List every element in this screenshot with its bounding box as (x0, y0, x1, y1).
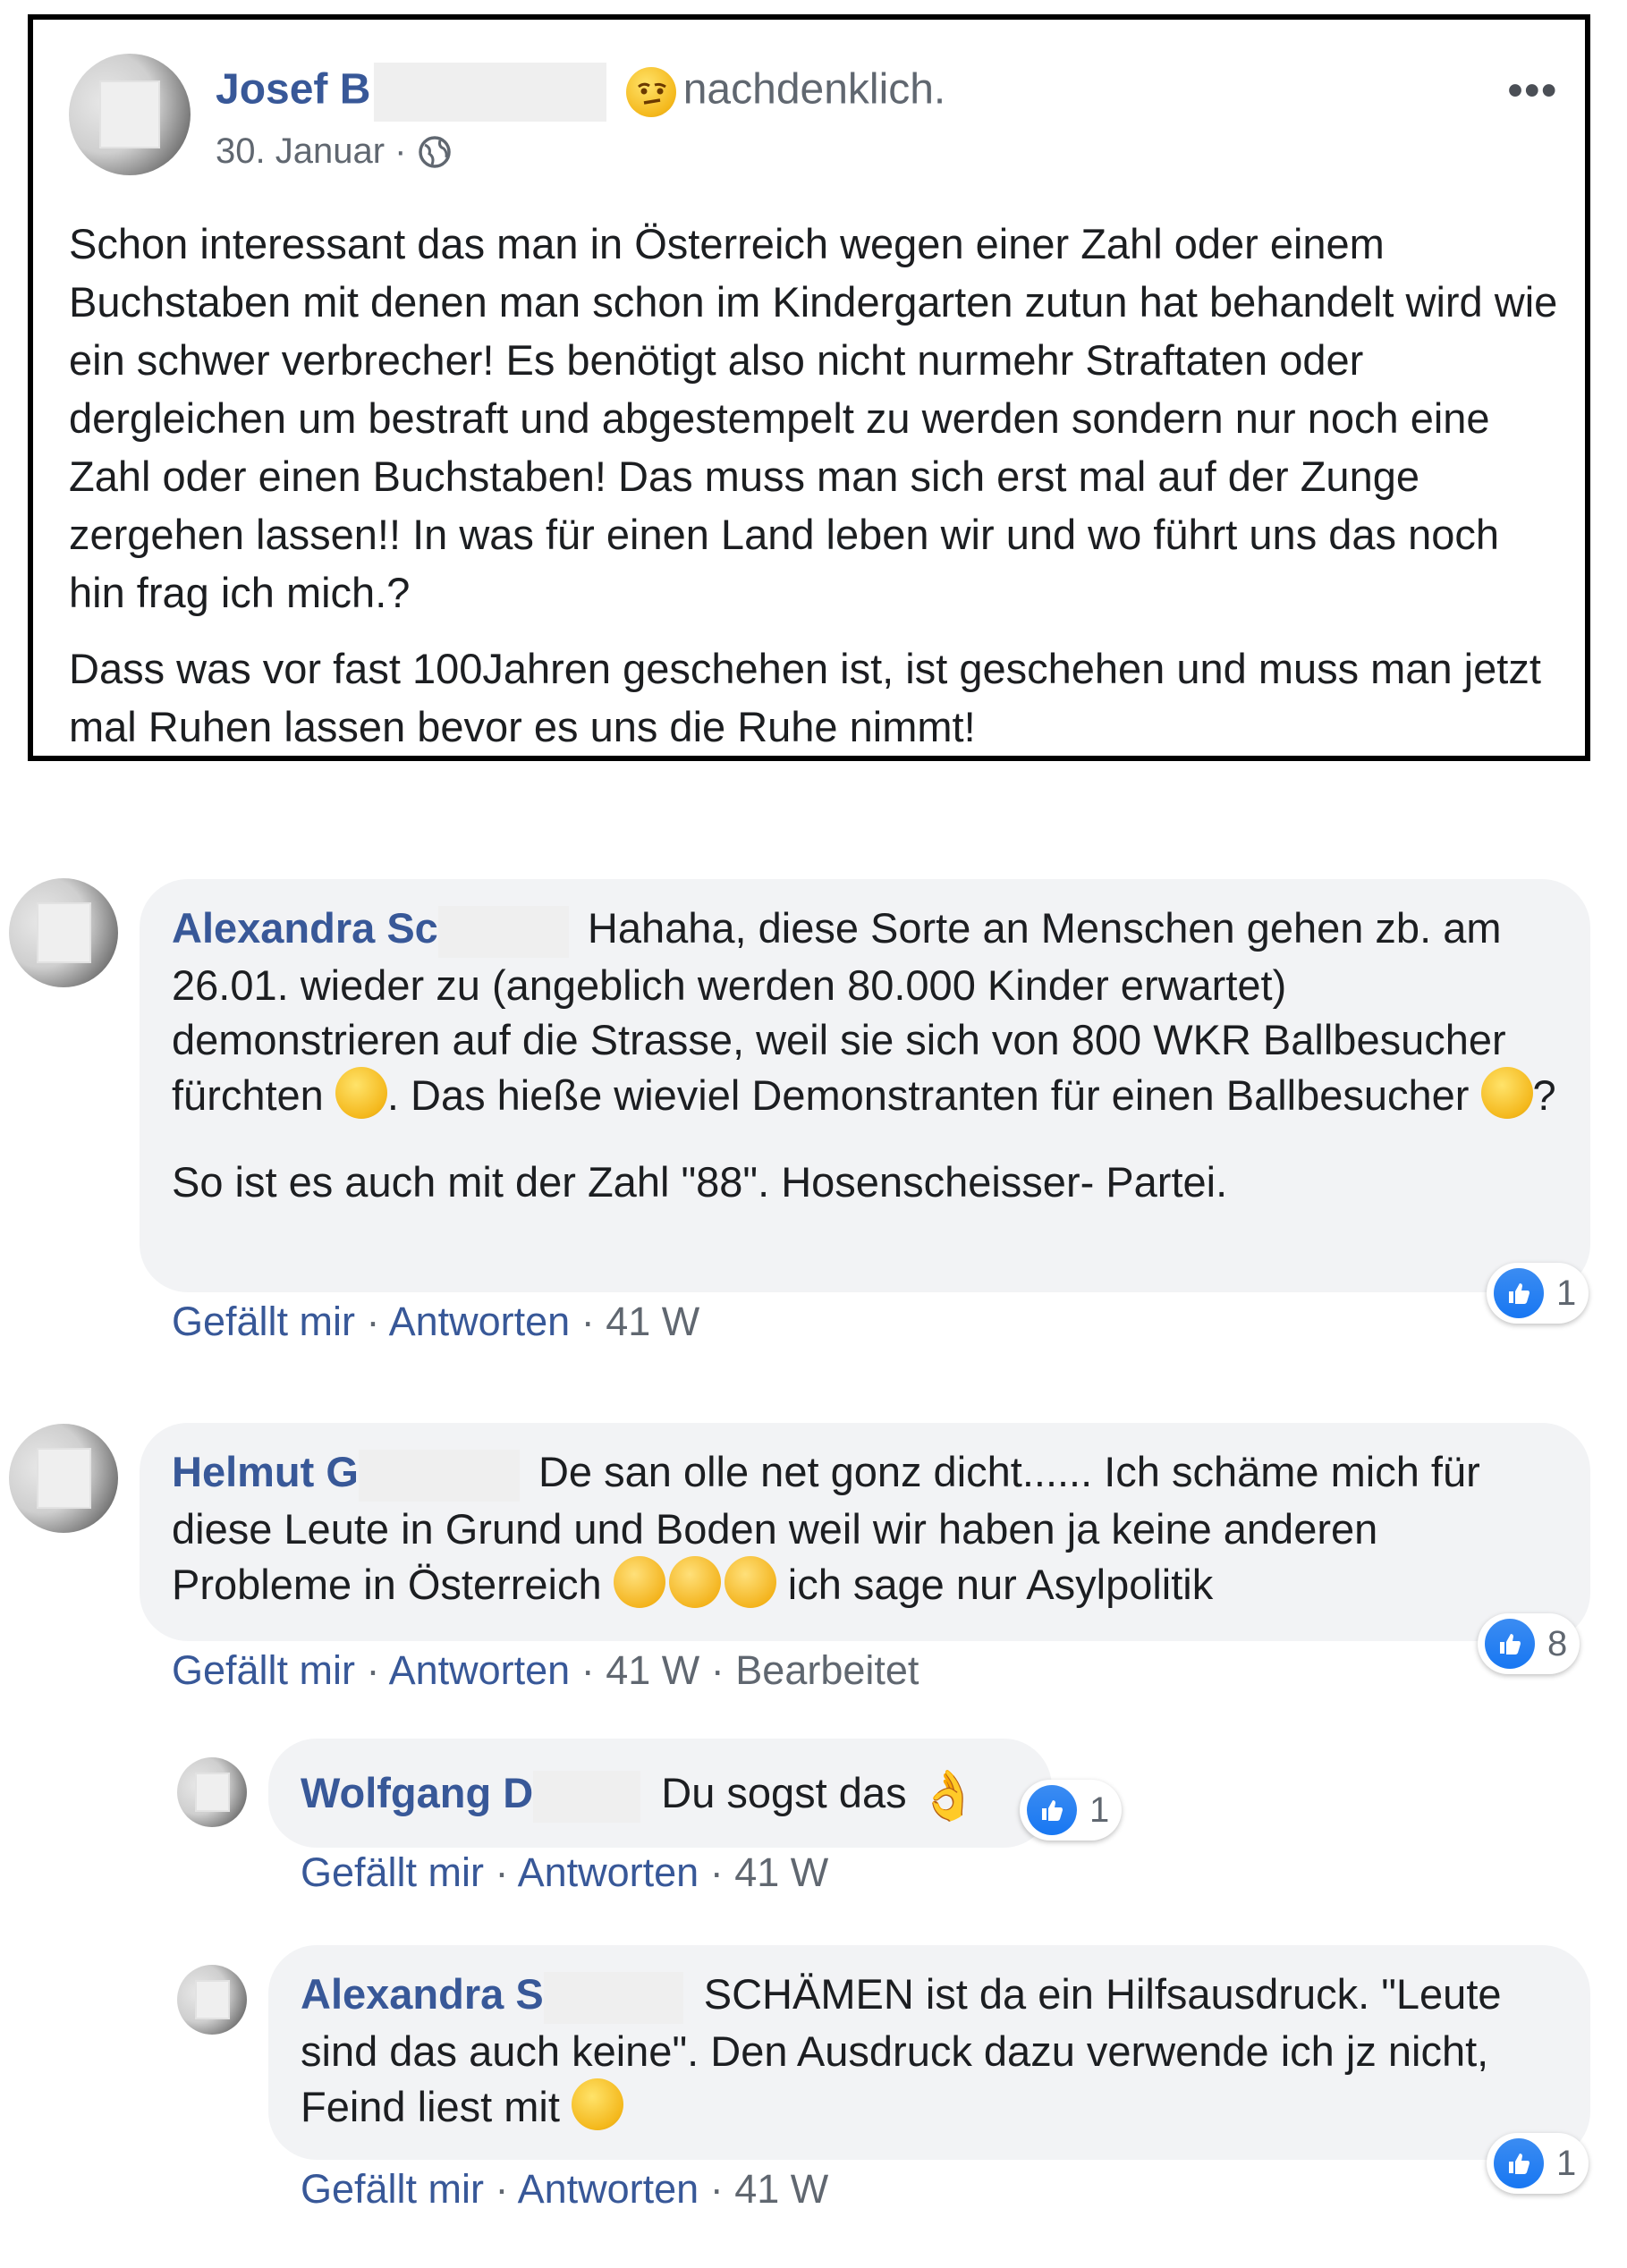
angry-face-icon (668, 1555, 721, 1608)
reply-button[interactable]: Antworten (389, 1647, 571, 1693)
like-icon (1485, 1619, 1535, 1669)
reaction-count[interactable]: 1 (1487, 1263, 1589, 1324)
post-date[interactable]: 30. Januar (216, 131, 385, 171)
comment-text-part: . Das hieße wieviel Demonstranten für ei… (386, 1071, 1470, 1119)
comment-author-name[interactable]: Alexandra Sc (172, 904, 438, 952)
name-redaction (543, 1971, 683, 2024)
comment-author-name[interactable]: Helmut G (172, 1448, 359, 1495)
post-meta: 30. Januar · (216, 129, 453, 173)
like-icon (1027, 1785, 1077, 1835)
globe-icon (418, 136, 451, 168)
reply-text: Du sogst das (661, 1769, 907, 1816)
reply-time[interactable]: 41 W (734, 1849, 828, 1895)
name-redaction (374, 63, 607, 122)
reaction-number: 1 (1556, 1273, 1577, 1313)
like-button[interactable]: Gefällt mir (301, 1849, 484, 1895)
post-author-avatar[interactable] (69, 54, 191, 175)
comment-time[interactable]: 41 W (606, 1299, 699, 1344)
commenter-avatar[interactable] (9, 878, 118, 987)
comment-time[interactable]: 41 W (606, 1647, 699, 1693)
comment-text: Alexandra Sc Hahaha, diese Sorte an Mens… (172, 901, 1558, 1122)
name-redaction (533, 1770, 641, 1823)
reply-bubble: Wolfgang D Du sogst das 👌 (268, 1739, 1052, 1848)
thinking-face-icon (625, 67, 676, 117)
reaction-number: 1 (1089, 1790, 1110, 1830)
replier-avatar[interactable] (177, 1757, 247, 1827)
reply-author-name[interactable]: Wolfgang D (301, 1769, 533, 1816)
like-icon (1494, 2138, 1544, 2188)
like-button[interactable]: Gefällt mir (301, 2166, 484, 2212)
reply-button[interactable]: Antworten (518, 1849, 699, 1895)
post-text: Schon interessant das man in Österreich … (69, 215, 1563, 774)
post-card: Josef B nachdenklich. 30. Januar · ••• S… (28, 14, 1590, 761)
reply-button[interactable]: Antworten (518, 2166, 699, 2212)
comment-text-part: ? (1532, 1071, 1556, 1119)
like-icon (1494, 1268, 1544, 1318)
reply-bubble: Alexandra S SCHÄMEN ist da ein Hilfsausd… (268, 1945, 1590, 2160)
like-button[interactable]: Gefällt mir (172, 1299, 355, 1344)
reply-actions: Gefällt mir · Antworten · 41 W (301, 1849, 829, 1895)
post-author-name[interactable]: Josef B (216, 66, 370, 114)
angry-face-icon (724, 1555, 776, 1608)
ok-hand-icon: 👌 (918, 1769, 979, 1824)
comment-bubble: Alexandra Sc Hahaha, diese Sorte an Mens… (140, 879, 1590, 1292)
reaction-count[interactable]: 1 (1487, 2133, 1589, 2194)
post-feeling: nachdenklich. (682, 65, 946, 114)
angry-face-icon (613, 1555, 665, 1608)
reply-button[interactable]: Antworten (389, 1299, 571, 1344)
comment-text: So ist es auch mit der Zahl "88". Hosens… (172, 1157, 1228, 1206)
reaction-count[interactable]: 1 (1020, 1780, 1123, 1841)
post-header: Josef B nachdenklich. (216, 63, 945, 122)
post-paragraph: Dass was vor fast 100Jahren geschehen is… (69, 645, 1541, 750)
reaction-number: 1 (1556, 2143, 1577, 2183)
reply-time[interactable]: 41 W (734, 2166, 828, 2212)
like-button[interactable]: Gefällt mir (172, 1647, 355, 1693)
comment-actions: Gefällt mir · Antworten · 41 W · Bearbei… (172, 1647, 919, 1693)
comment-bubble: Helmut G De san olle net gonz dicht.....… (140, 1423, 1590, 1641)
post-paragraph: Schon interessant das man in Österreich … (69, 220, 1558, 616)
comment-text-part: ich sage nur Asylpolitik (787, 1560, 1214, 1608)
laughing-face-icon (335, 1066, 387, 1119)
comment-text: Helmut G De san olle net gonz dicht.....… (172, 1444, 1558, 1612)
meta-separator: · (394, 131, 407, 171)
name-redaction (358, 1449, 520, 1502)
reaction-count[interactable]: 8 (1478, 1613, 1580, 1674)
reply-actions: Gefällt mir · Antworten · 41 W (301, 2166, 829, 2212)
reply-author-name[interactable]: Alexandra S (301, 1970, 544, 2018)
comment-actions: Gefällt mir · Antworten · 41 W (172, 1299, 700, 1344)
laughing-face-icon (1480, 1066, 1533, 1119)
reaction-number: 8 (1547, 1623, 1568, 1663)
edited-label[interactable]: Bearbeitet (735, 1647, 919, 1693)
replier-avatar[interactable] (177, 1965, 247, 2035)
laughing-face-icon (571, 2078, 623, 2130)
more-options-button[interactable]: ••• (1508, 66, 1558, 115)
commenter-avatar[interactable] (9, 1424, 118, 1533)
name-redaction (437, 905, 569, 958)
